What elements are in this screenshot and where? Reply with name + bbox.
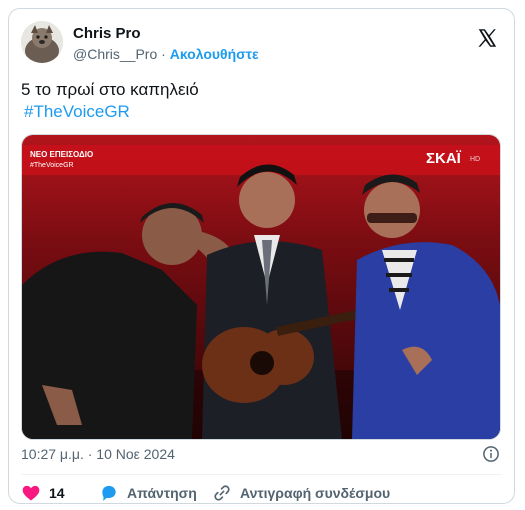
tweet-timestamp[interactable]: 10:27 μ.μ. · 10 Νοε 2024 [21, 446, 175, 462]
badge-subtext: #TheVoiceGR [30, 162, 74, 169]
author-handle-line: @Chris__Pro · Ακολουθήστε [73, 46, 259, 62]
handle-separator: · [161, 46, 166, 62]
copy-link-button[interactable]: Αντιγραφή συνδέσμου [212, 483, 390, 503]
tweet-media-image[interactable]: ΝΕΟ ΕΠΕΙΣΟΔΙΟ #TheVoiceGR ΣΚΑΪ HD [21, 134, 501, 440]
x-logo-icon[interactable] [476, 27, 498, 49]
reply-button[interactable]: Απάντηση [99, 483, 197, 503]
channel-logo: ΣΚΑΪ [426, 150, 462, 167]
avatar[interactable] [21, 21, 63, 63]
follow-button[interactable]: Ακολουθήστε [170, 46, 259, 62]
tweet-card: Chris Pro @Chris__Pro · Ακολουθήστε 5 το… [8, 8, 515, 504]
reply-label: Απάντηση [127, 485, 197, 501]
divider [21, 474, 502, 475]
like-count: 14 [49, 485, 65, 501]
copy-link-label: Αντιγραφή συνδέσμου [240, 485, 391, 501]
channel-suffix: HD [470, 156, 480, 163]
tweet-header: Chris Pro @Chris__Pro · Ακολουθήστε [21, 21, 502, 65]
like-button[interactable]: 14 [21, 483, 65, 503]
heart-icon [22, 485, 40, 501]
video-still: ΝΕΟ ΕΠΕΙΣΟΔΙΟ #TheVoiceGR ΣΚΑΪ HD [22, 135, 500, 439]
tweet-text: 5 το πρωί στο καπηλειό #TheVoiceGR [21, 79, 199, 123]
link-icon [214, 485, 230, 501]
info-icon[interactable] [482, 445, 500, 463]
tweet-body: 5 το πρωί στο καπηλειό [21, 80, 199, 99]
author-handle[interactable]: @Chris__Pro [73, 46, 157, 62]
hashtag-link[interactable]: #TheVoiceGR [24, 101, 199, 123]
badge-text: ΝΕΟ ΕΠΕΙΣΟΔΙΟ [30, 150, 93, 159]
author-name[interactable]: Chris Pro [73, 25, 141, 42]
reply-bubble-icon [102, 485, 116, 501]
